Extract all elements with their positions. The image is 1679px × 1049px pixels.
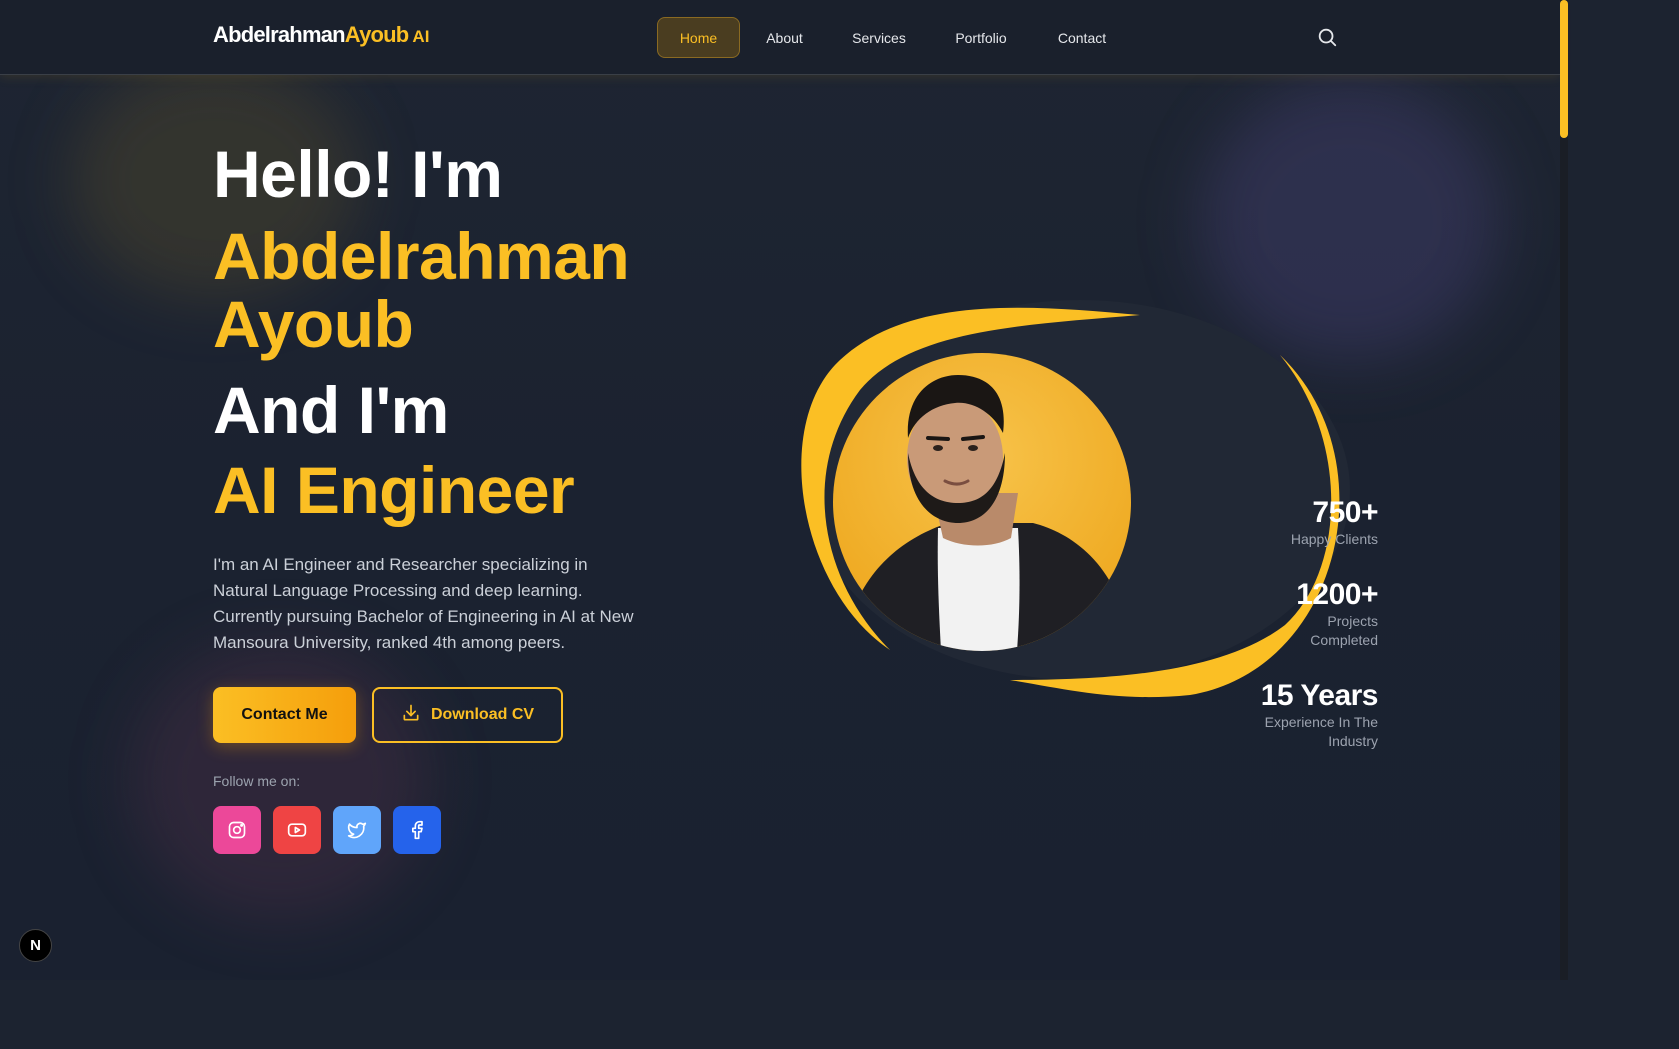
nav-home[interactable]: Home xyxy=(657,17,740,58)
stat-label: Industry xyxy=(1328,733,1378,749)
nav-services[interactable]: Services xyxy=(829,17,929,58)
nav-contact[interactable]: Contact xyxy=(1033,17,1131,58)
stat-label: Projects xyxy=(1327,613,1378,629)
twitter-link[interactable] xyxy=(333,806,381,854)
search-icon[interactable] xyxy=(1316,26,1338,48)
stat-label: Experience In The xyxy=(1264,714,1378,730)
hero-name: Abdelrahman Ayoub xyxy=(213,219,630,361)
download-icon xyxy=(401,703,421,728)
instagram-icon xyxy=(228,821,246,839)
hero-name-first: Abdelrahman xyxy=(213,219,630,293)
youtube-link[interactable] xyxy=(273,806,321,854)
stat-label: Completed xyxy=(1310,632,1378,648)
social-links xyxy=(213,806,441,854)
hero-description: I'm an AI Engineer and Researcher specia… xyxy=(213,555,634,652)
facebook-link[interactable] xyxy=(393,806,441,854)
hero-greeting: Hello! I'm xyxy=(213,137,503,211)
youtube-icon xyxy=(287,823,307,837)
hero-role: AI Engineer xyxy=(213,453,575,527)
stat-happy-clients: 750+ Happy Clients xyxy=(1290,496,1379,549)
nextjs-dev-badge[interactable]: N xyxy=(19,929,52,962)
twitter-icon xyxy=(347,822,367,839)
facebook-icon xyxy=(412,820,423,840)
hero-name-last: Ayoub xyxy=(213,287,414,361)
follow-label: Follow me on: xyxy=(213,773,301,789)
logo-first-name: Abdelrahman xyxy=(213,22,346,47)
instagram-link[interactable] xyxy=(213,806,261,854)
stat-experience: 15 Years Experience In The Industry xyxy=(1260,679,1379,751)
logo-last-name: Ayoub xyxy=(344,22,409,47)
contact-me-button[interactable]: Contact Me xyxy=(213,687,356,743)
person-illustration xyxy=(843,375,1131,651)
hero-and-line: And I'm xyxy=(213,373,449,447)
stat-projects-completed: 1200+ Projects Completed xyxy=(1296,578,1378,650)
stat-value: 15 Years xyxy=(1260,679,1379,712)
stat-label: Happy Clients xyxy=(1290,531,1378,547)
download-cv-label: Download CV xyxy=(430,706,535,723)
logo-ai-tag: AI xyxy=(412,27,430,46)
scrollbar[interactable] xyxy=(1560,0,1568,980)
navbar: AbdelrahmanAyoub AI Home About Services P… xyxy=(0,0,1560,75)
download-cv-button[interactable]: Download CV xyxy=(372,687,563,743)
site-logo[interactable]: AbdelrahmanAyoub AI xyxy=(213,22,429,48)
scrollbar-thumb[interactable] xyxy=(1560,0,1568,138)
stat-value: 1200+ xyxy=(1296,578,1378,611)
nav-portfolio[interactable]: Portfolio xyxy=(929,17,1033,58)
main-nav: Home About Services Portfolio Contact xyxy=(657,17,1131,58)
stat-value: 750+ xyxy=(1312,496,1378,529)
nav-about[interactable]: About xyxy=(740,17,829,58)
profile-photo xyxy=(833,353,1131,651)
